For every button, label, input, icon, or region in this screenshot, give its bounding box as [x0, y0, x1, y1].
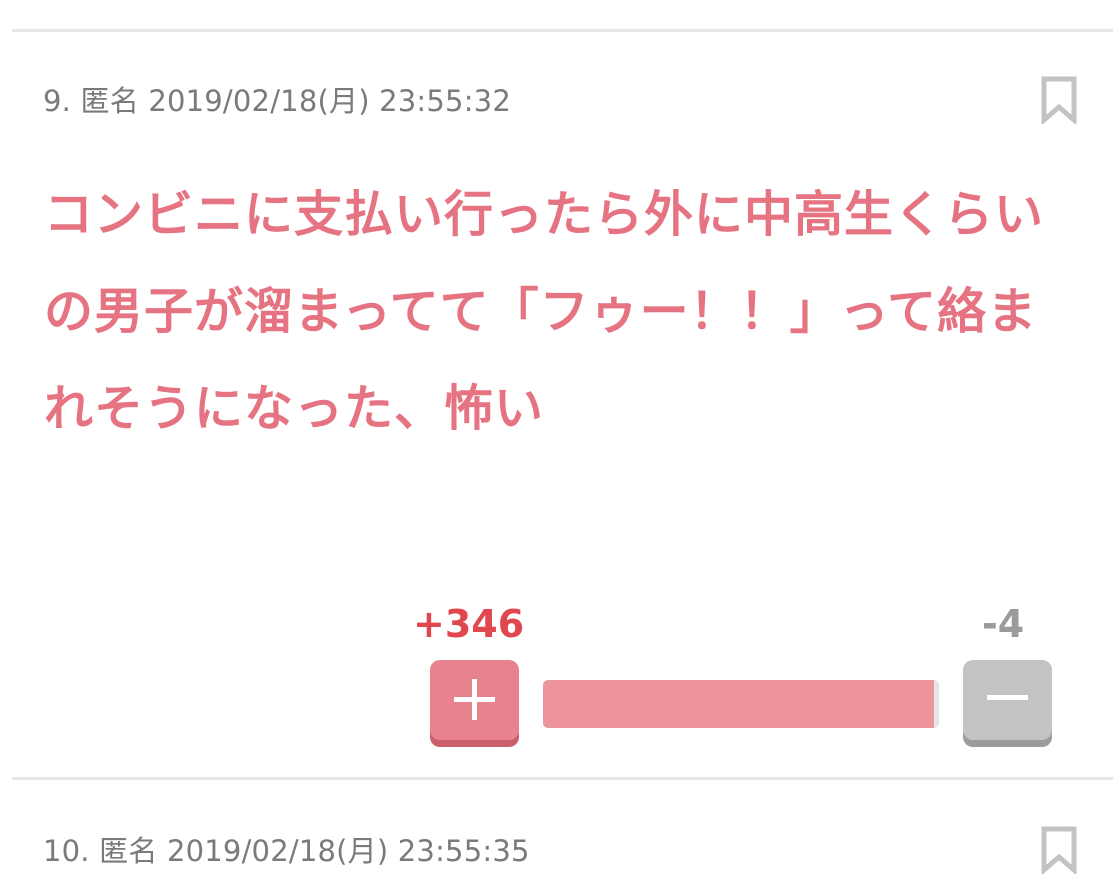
- comment-number: 9.: [43, 84, 72, 118]
- comment-timestamp: 2019/02/18(月) 23:55:35: [166, 834, 530, 868]
- comment-body: コンビニに支払い行ったら外に中高生くらいの男子が溜まってて「フゥー！！」って絡ま…: [44, 186, 1045, 437]
- bookmark-button[interactable]: [1040, 826, 1078, 876]
- comment-divider: [12, 777, 1113, 780]
- minus-vote-count: -4: [982, 602, 1025, 646]
- plus-vote-count: +346: [413, 602, 525, 646]
- comment-number: 10.: [43, 834, 90, 868]
- vote-ratio-bar: [543, 680, 939, 728]
- plus-icon: [454, 679, 495, 720]
- comment-timestamp: 2019/02/18(月) 23:55:32: [148, 84, 511, 118]
- comment-author: 匿名: [99, 834, 158, 868]
- minus-icon: [987, 695, 1028, 700]
- comment-meta: 10. 匿名 2019/02/18(月) 23:55:35: [43, 828, 530, 870]
- comment-meta: 9. 匿名 2019/02/18(月) 23:55:32: [43, 78, 511, 120]
- bookmark-icon: [1041, 76, 1077, 126]
- bookmark-icon: [1041, 826, 1077, 876]
- plus-vote-button[interactable]: [430, 660, 519, 740]
- vote-ratio-fill: [543, 680, 935, 728]
- bookmark-button[interactable]: [1040, 76, 1078, 126]
- minus-vote-button[interactable]: [963, 660, 1052, 740]
- top-divider: [12, 29, 1113, 32]
- comment-author: 匿名: [80, 84, 139, 118]
